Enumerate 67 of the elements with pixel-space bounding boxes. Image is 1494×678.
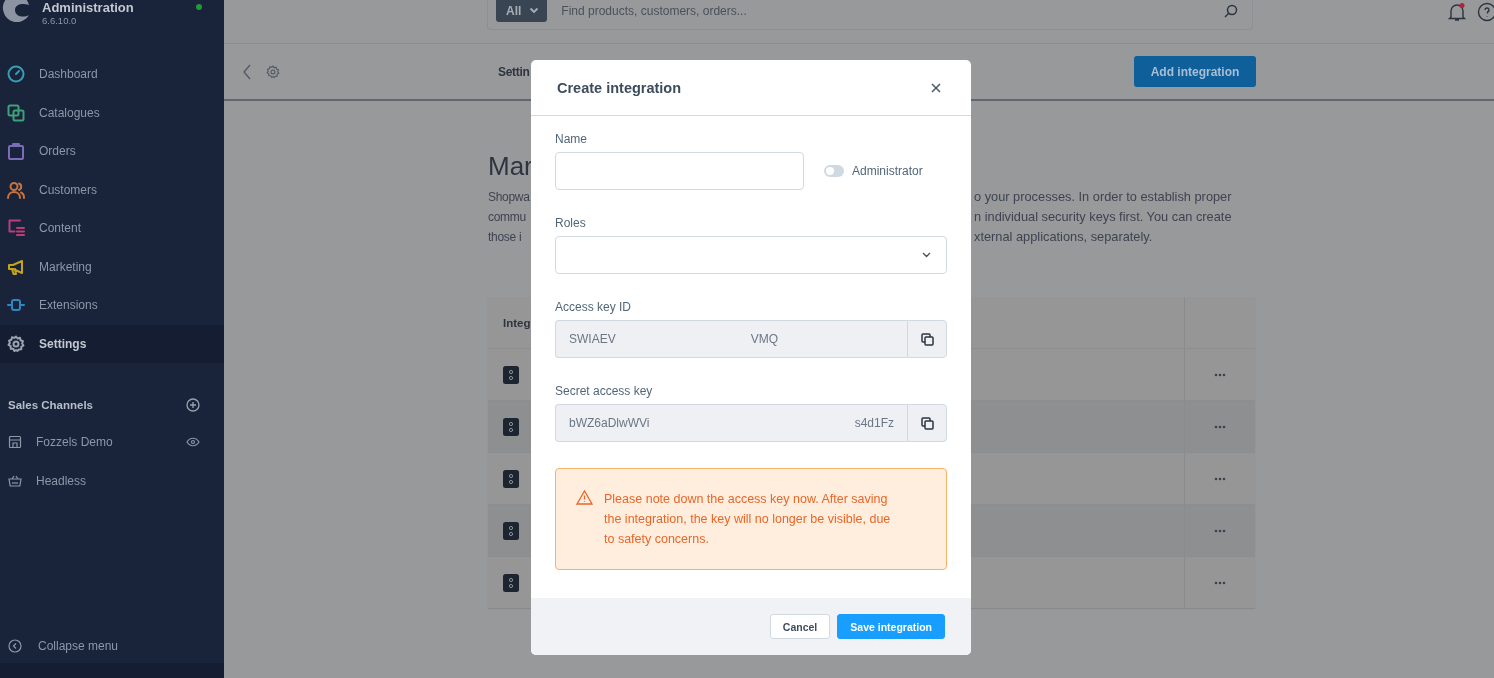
sales-channel-item[interactable]: Headless [0,461,224,500]
integration-icon [503,365,519,384]
nav-item[interactable]: Extensions [0,286,224,325]
chevron-left-icon [8,639,22,653]
description-text: n individual security keys first. You can create [974,208,1232,226]
collapse-menu-button[interactable]: Collapse menu [0,633,224,659]
field-label: Name [555,132,587,146]
nav-item[interactable]: Orders [0,132,224,171]
integration-icon [503,521,519,540]
nav-item[interactable]: Settings [0,324,224,363]
chevron-down-icon [529,7,540,14]
more-icon[interactable] [1214,528,1226,533]
description-text: xternal applications, separately. [974,228,1153,246]
more-icon[interactable] [1214,424,1226,429]
search-icon[interactable] [1224,3,1238,18]
description-text: those i [488,229,522,246]
nav-item[interactable]: Customers [0,170,224,209]
back-icon[interactable] [242,63,252,80]
warning-text: Please note down the access key now. After saving the integration, the key will no longer be visible, due to safety concerns. [604,491,892,548]
copy-icon [920,332,934,346]
copy-button[interactable] [907,404,947,442]
help-icon[interactable] [1477,2,1494,22]
description-text: commu [488,209,526,226]
page-title: Settin [498,64,531,79]
nav-item[interactable]: Marketing [0,247,224,286]
field-label: Access key ID [555,300,632,314]
more-icon[interactable] [1214,580,1226,585]
name-input[interactable] [555,152,804,190]
search-field[interactable]: All Find products, customers, orders... [487,0,1253,30]
app-title: Administration [42,0,134,15]
integration-icon [503,469,519,488]
page-heading: Mar [488,151,533,183]
basket-icon [8,473,22,488]
add-icon[interactable] [186,398,200,412]
access-key-field[interactable]: SWIAEV VMQ [555,320,907,358]
copy-icon [920,416,934,430]
administrator-toggle[interactable] [824,165,844,177]
close-icon[interactable] [931,82,941,93]
more-icon[interactable] [1214,476,1226,481]
integration-icon [503,573,519,592]
field-label: Secret access key [555,384,653,398]
copy-button[interactable] [907,320,947,358]
section-title: Sales Channels [8,399,93,411]
column-header: Integ [503,316,531,329]
nav-item[interactable]: Dashboard [0,55,224,94]
description-text: o your processes. In order to establish proper [974,188,1232,206]
scope-dropdown[interactable]: All [496,0,548,22]
nav-item[interactable]: Content [0,209,224,248]
settings-icon[interactable] [266,64,280,79]
secret-key-field[interactable]: bWZ6aDlwWVi s4d1Fz [555,404,907,442]
chevron-down-icon [922,252,931,258]
eye-icon[interactable] [186,437,200,448]
notification-bell-icon[interactable] [1447,2,1467,22]
sales-channel-item[interactable]: Fozzels Demo [0,423,224,462]
save-integration-button[interactable]: Save integration [837,614,945,639]
storefront-icon [8,435,22,450]
more-icon[interactable] [1214,372,1226,377]
warning-icon [576,490,593,505]
field-label: Roles [555,216,586,230]
toggle-label: Administrator [852,164,923,178]
description-text: Shopwa [488,189,530,206]
nav-item[interactable]: Catalogues [0,93,224,132]
cancel-button[interactable]: Cancel [769,614,831,639]
version-label: 6.6.10.0 [42,15,78,27]
add-integration-button[interactable]: Add integration [1134,56,1256,87]
dialog-title: Create integration [557,79,682,96]
integration-icon [503,417,519,436]
